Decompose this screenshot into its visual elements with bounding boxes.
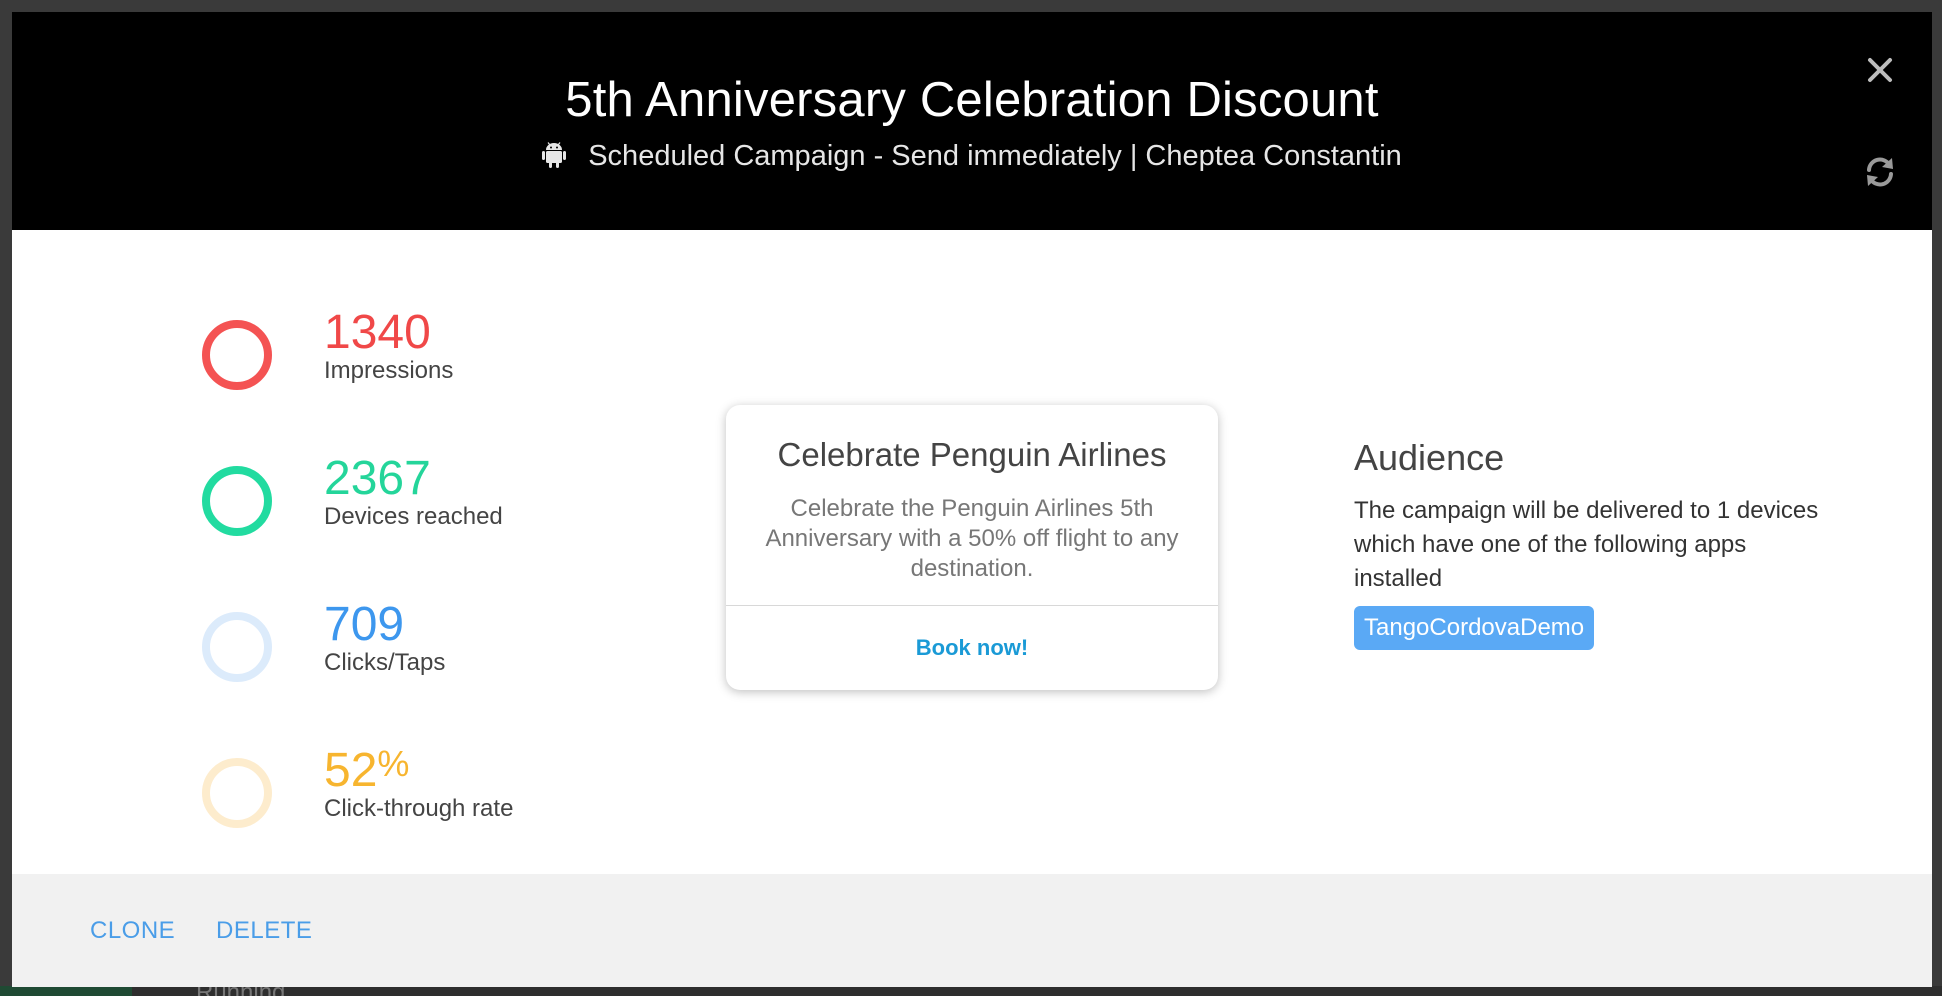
impressions-value: 1340 xyxy=(324,306,431,359)
campaign-subtitle: Scheduled Campaign - Send immediately | … xyxy=(588,140,1402,172)
ctr-ring-icon xyxy=(202,758,272,828)
impressions-label: Impressions xyxy=(324,357,454,384)
clicks-label: Clicks/Taps xyxy=(324,649,446,676)
clicks-ring-icon xyxy=(202,612,272,682)
delete-button[interactable]: DELETE xyxy=(216,916,312,946)
impressions-ring-icon xyxy=(202,320,272,390)
audience-description: The campaign will be delivered to 1 devi… xyxy=(1354,497,1819,592)
preview-body: Celebrate the Penguin Airlines 5th Anniv… xyxy=(765,495,1179,582)
ctr-value: 52% xyxy=(324,743,410,797)
audience-section: Audience The campaign will be delivered … xyxy=(1354,436,1824,650)
preview-title: Celebrate Penguin Airlines xyxy=(777,436,1167,473)
backdrop xyxy=(0,986,1942,996)
modal-header: 5th Anniversary Celebration Discount Sch… xyxy=(12,12,1932,230)
backdrop-sidebar-strip xyxy=(0,986,132,996)
android-icon xyxy=(542,142,567,168)
close-icon[interactable] xyxy=(1862,52,1898,88)
preview-divider xyxy=(726,605,1218,606)
refresh-icon[interactable] xyxy=(1862,154,1898,190)
audience-title: Audience xyxy=(1354,437,1505,478)
campaign-subtitle-row: Scheduled Campaign - Send immediately | … xyxy=(12,138,1932,174)
preview-cta-button[interactable]: Book now! xyxy=(726,633,1218,663)
devices-reached-value: 2367 xyxy=(324,452,431,505)
ctr-label: Click-through rate xyxy=(324,795,514,822)
devices-ring-icon xyxy=(202,466,272,536)
devices-reached-label: Devices reached xyxy=(324,503,503,530)
message-preview-card: Celebrate Penguin Airlines Celebrate the… xyxy=(726,405,1218,690)
stat-click-through-rate: 52% Click-through rate xyxy=(202,743,622,856)
app-tag[interactable]: TangoCordovaDemo xyxy=(1354,606,1595,650)
campaign-title: 5th Anniversary Celebration Discount xyxy=(565,73,1379,127)
stat-impressions: 1340 Impressions xyxy=(202,306,622,418)
modal-footer: CLONE DELETE xyxy=(12,874,1932,987)
campaign-details-modal: 5th Anniversary Celebration Discount Sch… xyxy=(12,12,1932,987)
stat-devices-reached: 2367 Devices reached xyxy=(202,452,622,564)
clone-button[interactable]: CLONE xyxy=(90,916,175,946)
clicks-value: 709 xyxy=(324,598,405,651)
stat-clicks: 709 Clicks/Taps xyxy=(202,598,622,710)
